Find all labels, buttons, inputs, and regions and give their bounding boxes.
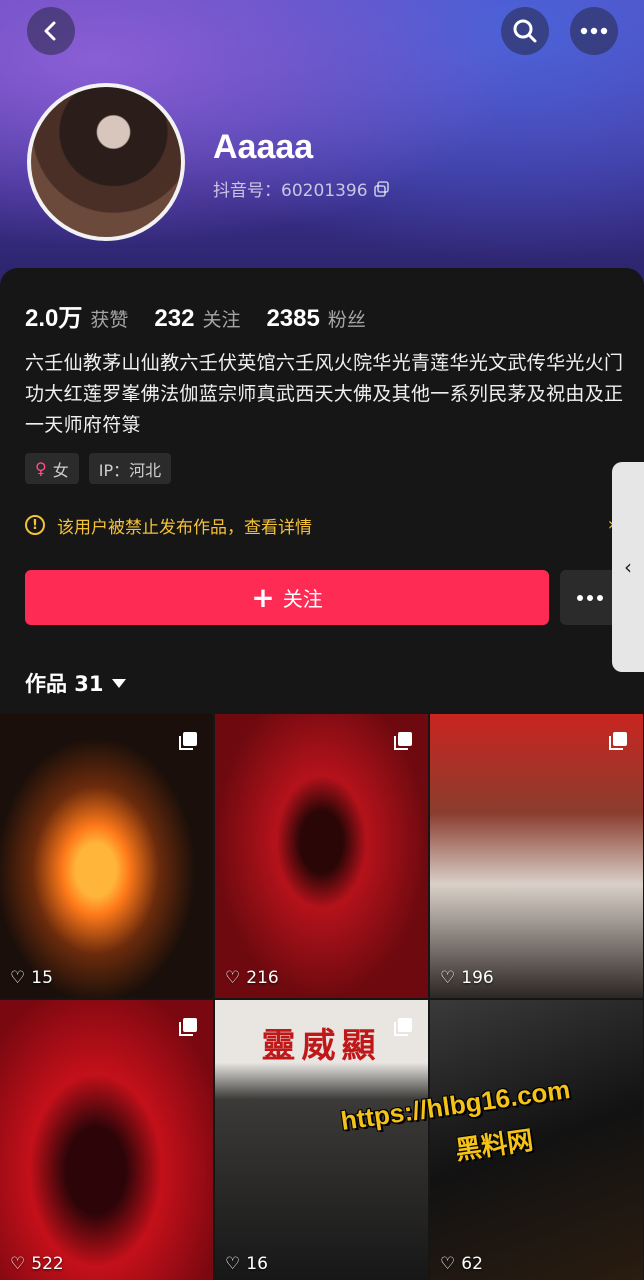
following-count[interactable]: 232 (154, 305, 194, 333)
chevron-left-icon: ‹ (624, 555, 632, 579)
chevron-left-icon (44, 21, 56, 41)
heart-icon: ♡ (10, 1254, 26, 1274)
heart-icon: ♡ (225, 1254, 241, 1274)
username: Aaaaa (213, 128, 314, 166)
like-count: ♡ 216 (225, 968, 279, 988)
gender-tag: ♀ 女 (25, 453, 79, 484)
works-grid: ♡ 15 ♡ 216 ♡ 196 ♡ 522 靈威顯 ♡ 16 ♡ 62 (0, 714, 644, 1280)
caret-down-icon (111, 678, 126, 688)
likes-count: 2.0万 (25, 305, 83, 332)
likes-label: 获赞 (90, 309, 129, 331)
ban-notice-text: 该用户被禁止发布作品，查看详情 (57, 517, 312, 538)
like-count-value: 216 (246, 968, 279, 988)
tab-works[interactable]: 作品 31 (25, 668, 126, 698)
like-count: ♡ 62 (440, 1254, 483, 1274)
multi-image-icon (179, 732, 197, 750)
work-tile[interactable]: ♡ 216 (215, 714, 428, 998)
avatar[interactable] (27, 83, 185, 241)
followers-count[interactable]: 2385 (266, 305, 319, 333)
heart-icon: ♡ (440, 1254, 456, 1274)
work-tile[interactable]: ♡ 15 (0, 714, 213, 998)
like-count: ♡ 16 (225, 1254, 268, 1274)
female-icon: ♀ (35, 459, 47, 478)
search-icon (513, 19, 537, 43)
stats-row: 2.0万 获赞 232 关注 2385 粉丝 (25, 298, 392, 333)
work-tile[interactable]: ♡ 196 (430, 714, 643, 998)
work-tile[interactable]: ♡ 522 (0, 1000, 213, 1280)
multi-image-icon (394, 1018, 412, 1036)
back-button[interactable] (27, 7, 75, 55)
search-button[interactable] (501, 7, 549, 55)
like-count-value: 16 (246, 1254, 268, 1274)
multi-image-icon (394, 732, 412, 750)
follow-label: 关注 (282, 587, 323, 611)
multi-image-icon (609, 732, 627, 750)
like-count-value: 522 (31, 1254, 64, 1274)
gender-label: 女 (52, 460, 69, 480)
followers-label[interactable]: 粉丝 (328, 305, 366, 332)
copy-icon[interactable] (373, 180, 390, 197)
more-options-button[interactable] (570, 7, 618, 55)
like-count-value: 15 (31, 968, 53, 988)
follow-button[interactable]: + 关注 (25, 570, 549, 625)
plus-icon: + (251, 580, 275, 614)
bio-text: 六壬仙教茅山仙教六壬伏英馆六壬风火院华光青莲华光文武传华光火门功大红莲罗峯佛法伽… (25, 352, 624, 436)
douyin-id: 抖音号：60201396 (213, 176, 390, 201)
heart-icon: ♡ (10, 968, 26, 988)
ellipsis-icon (577, 594, 603, 601)
like-count: ♡ 15 (10, 968, 53, 988)
warning-icon: ! (25, 515, 45, 535)
like-count: ♡ 522 (10, 1254, 64, 1274)
ellipsis-icon (580, 27, 608, 35)
heart-icon: ♡ (440, 968, 456, 988)
profile-more-button[interactable] (560, 570, 620, 625)
douyin-id-text: 抖音号：60201396 (213, 181, 368, 201)
like-count-value: 62 (461, 1254, 483, 1274)
multi-image-icon (179, 1018, 197, 1036)
profile-tags: ♀ 女 IP：河北 (25, 453, 172, 484)
ban-notice[interactable]: ! 该用户被禁止发布作品，查看详情 › (25, 510, 615, 540)
heart-icon: ♡ (225, 968, 241, 988)
ip-label: IP：河北 (98, 460, 162, 480)
works-tab-label: 作品 31 (25, 672, 104, 696)
following-label[interactable]: 关注 (202, 305, 240, 332)
like-count-value: 196 (461, 968, 494, 988)
work-tile[interactable]: 靈威顯 ♡ 16 (215, 1000, 428, 1280)
side-drawer-handle[interactable]: ‹ (612, 462, 644, 672)
ip-tag: IP：河北 (88, 453, 172, 484)
like-count: ♡ 196 (440, 968, 494, 988)
